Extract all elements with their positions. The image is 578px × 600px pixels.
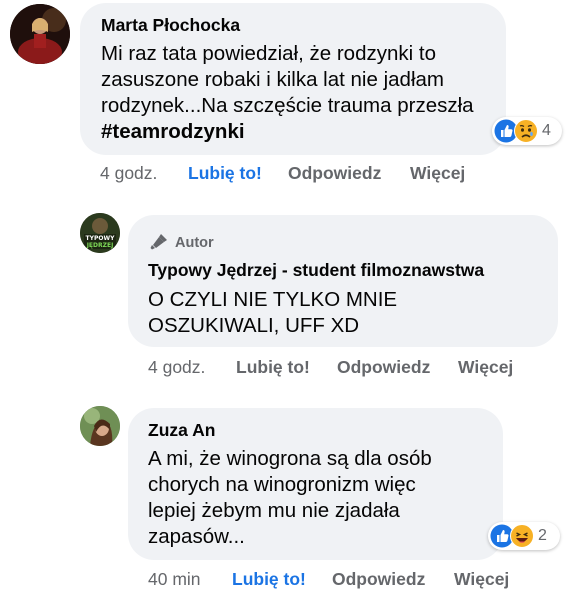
comment-text: A mi, że winogrona są dla osób chorych n… <box>148 447 432 548</box>
avatar[interactable] <box>80 406 120 446</box>
sad-icon <box>514 119 538 143</box>
comment-text: O CZYLI NIE TYLKO MNIE OSZUKIWALI, UFF X… <box>148 288 398 337</box>
comment-author[interactable]: Typowy Jędrzej - student filmoznawstwa <box>148 260 484 281</box>
hashtag-link[interactable]: #teamrodzynki <box>101 120 245 143</box>
like-button[interactable]: Lubię to! <box>232 569 306 590</box>
avatar-caption-bottom: JĘDRZEJ <box>86 242 114 249</box>
comment-actions: 40 min Lubię to! Odpowiedz Więcej <box>148 569 558 591</box>
comment-actions: 4 godz. Lubię to! Odpowiedz Więcej <box>100 163 520 185</box>
comment-author[interactable]: Zuza An <box>148 420 215 441</box>
reactions-summary[interactable]: 4 <box>492 117 562 145</box>
comment-timestamp[interactable]: 4 godz. <box>100 163 157 184</box>
comment-timestamp[interactable]: 40 min <box>148 569 201 590</box>
more-button[interactable]: Więcej <box>454 569 509 590</box>
microphone-icon <box>148 232 175 254</box>
like-button[interactable]: Lubię to! <box>236 357 310 378</box>
avatar-caption-top: TYPOWY <box>86 235 116 242</box>
comment-timestamp[interactable]: 4 godz. <box>148 357 205 378</box>
author-badge: Autor <box>148 232 214 254</box>
reaction-count: 2 <box>538 527 547 544</box>
avatar[interactable] <box>10 4 70 64</box>
avatar[interactable]: TYPOWY JĘDRZEJ <box>80 213 120 253</box>
haha-icon <box>510 524 534 548</box>
reply-button[interactable]: Odpowiedz <box>337 357 430 378</box>
more-button[interactable]: Więcej <box>458 357 513 378</box>
reply-button[interactable]: Odpowiedz <box>288 163 381 184</box>
more-button[interactable]: Więcej <box>410 163 465 184</box>
reply-button[interactable]: Odpowiedz <box>332 569 425 590</box>
like-button[interactable]: Lubię to! <box>188 163 262 184</box>
comment-text-body: Mi raz tata powiedział, że rodzynki to z… <box>101 42 474 117</box>
reaction-count: 4 <box>542 122 551 139</box>
author-badge-label: Autor <box>175 235 214 251</box>
reactions-summary[interactable]: 2 <box>488 522 560 550</box>
comment-actions: 4 godz. Lubię to! Odpowiedz Więcej <box>148 357 558 379</box>
comment-text: Mi raz tata powiedział, że rodzynki to z… <box>101 41 486 145</box>
comment-author[interactable]: Marta Płochocka <box>101 15 240 36</box>
